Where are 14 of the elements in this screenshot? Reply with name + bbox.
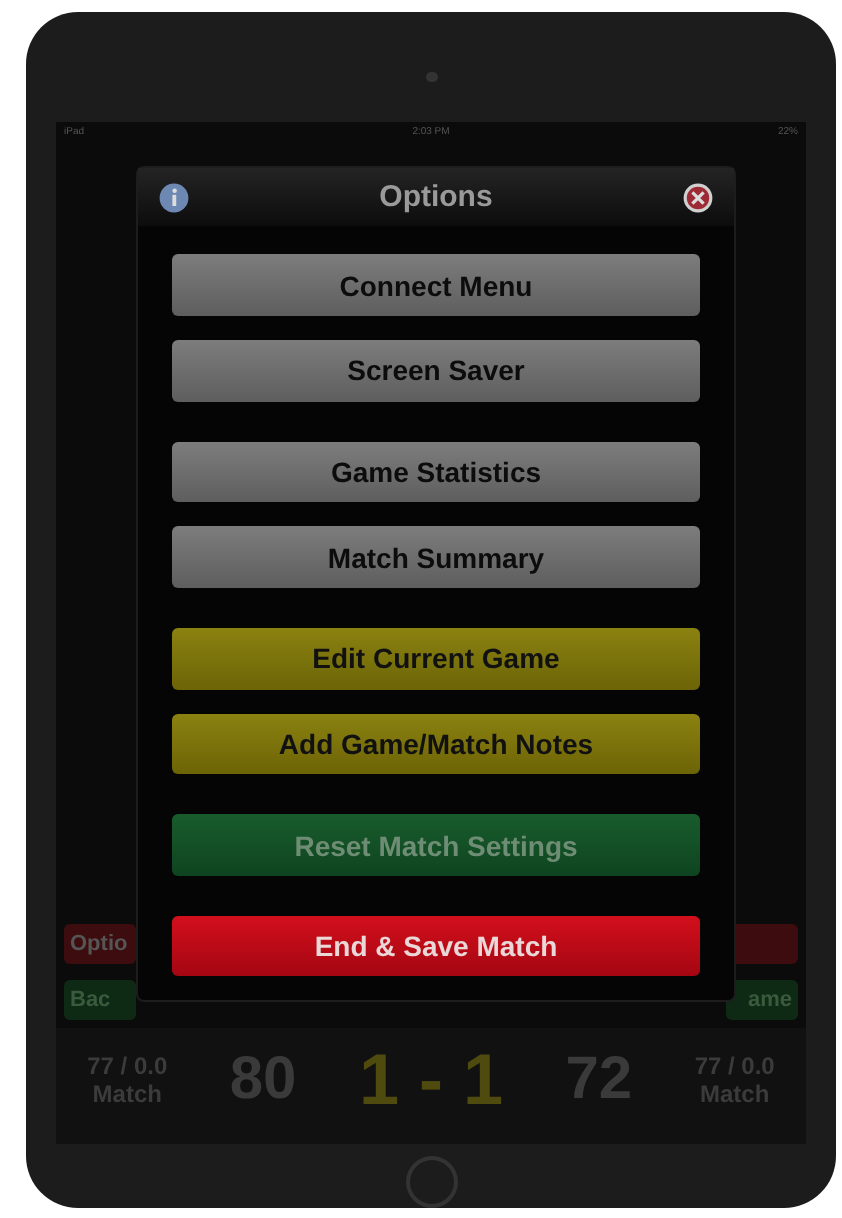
menu-button[interactable]: Add Game/Match Notes	[172, 713, 700, 775]
dialog-title: Options	[379, 180, 493, 215]
menu-button[interactable]: Reset Match Settings	[172, 814, 700, 876]
side-button[interactable]: Optio	[64, 923, 136, 964]
menu-button[interactable]: Match Summary	[172, 526, 700, 588]
match-score: 1 - 1	[358, 1037, 503, 1122]
info-icon[interactable]	[158, 181, 190, 214]
menu-button[interactable]: Screen Saver	[172, 340, 700, 402]
camera-icon	[425, 71, 437, 83]
menu-button[interactable]: Game Statistics	[172, 441, 700, 503]
menu-button[interactable]: Edit Current Game	[172, 627, 700, 690]
menu-button[interactable]: Connect Menu	[172, 254, 700, 317]
menu-button[interactable]: End & Save Match	[172, 915, 700, 977]
close-icon[interactable]	[681, 181, 714, 214]
